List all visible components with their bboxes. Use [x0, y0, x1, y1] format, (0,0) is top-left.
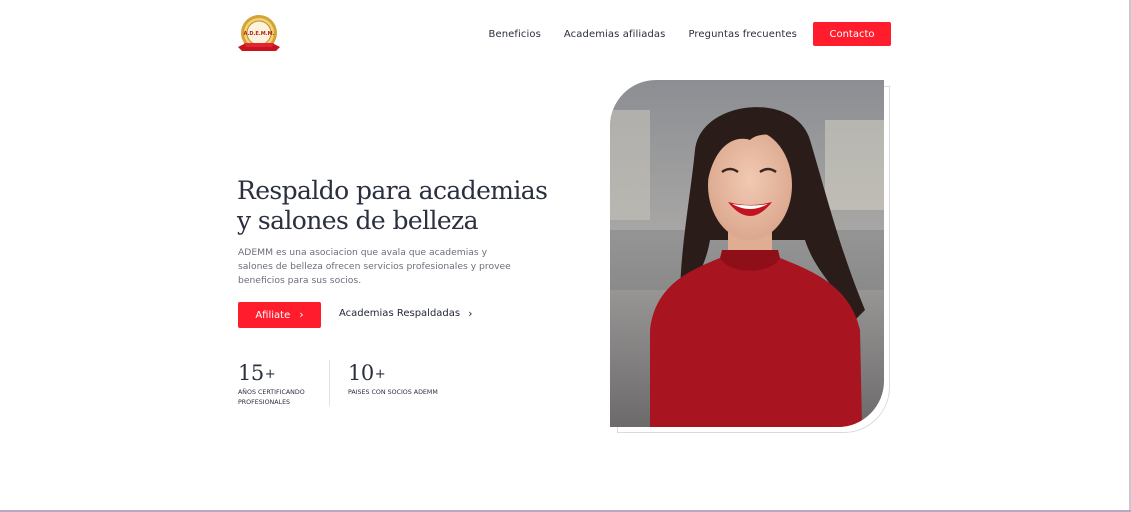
chevron-right-icon: › — [299, 308, 304, 321]
stat-number-value: 15 — [238, 361, 264, 385]
stat-number-value: 10 — [348, 361, 374, 385]
main-nav: Beneficios Academias afiliadas Preguntas… — [489, 22, 891, 46]
nav-link-academias-afiliadas[interactable]: Academias afiliadas — [564, 29, 666, 40]
stat-number: 10+ — [348, 360, 438, 388]
ademm-logo[interactable]: A.D.E.M.M. — [236, 13, 282, 57]
stat-divider — [329, 360, 330, 406]
nav-link-beneficios[interactable]: Beneficios — [489, 29, 541, 40]
chevron-right-icon: › — [468, 306, 473, 320]
stat-years: 15+ AÑOS CERTIFICANDO PROFESIONALES — [238, 360, 328, 408]
stat-plus: + — [374, 367, 386, 382]
stat-countries: 10+ PAISES CON SOCIOS ADEMM — [348, 360, 438, 398]
hero-description: ADEMM es una asociacion que avala que ac… — [238, 247, 511, 286]
afiliate-button-label: Afiliate — [255, 309, 291, 321]
stat-label: PAISES CON SOCIOS ADEMM — [348, 389, 438, 396]
nav-link-preguntas-frecuentes[interactable]: Preguntas frecuentes — [688, 29, 797, 40]
svg-text:A.D.E.M.M.: A.D.E.M.M. — [244, 31, 275, 37]
hero-title: Respaldo para academias y salones de bel… — [237, 176, 548, 235]
afiliate-button[interactable]: Afiliate › — [238, 302, 321, 328]
stat-number: 15+ — [238, 360, 328, 388]
stat-label: AÑOS CERTIFICANDO PROFESIONALES — [238, 389, 305, 406]
academias-respaldadas-label: Academias Respaldadas — [339, 308, 461, 319]
contact-button[interactable]: Contacto — [813, 22, 891, 46]
hero-photo-smiling-woman — [610, 80, 884, 427]
stat-plus: + — [264, 367, 276, 382]
academias-respaldadas-link[interactable]: Academias Respaldadas › — [339, 306, 473, 320]
